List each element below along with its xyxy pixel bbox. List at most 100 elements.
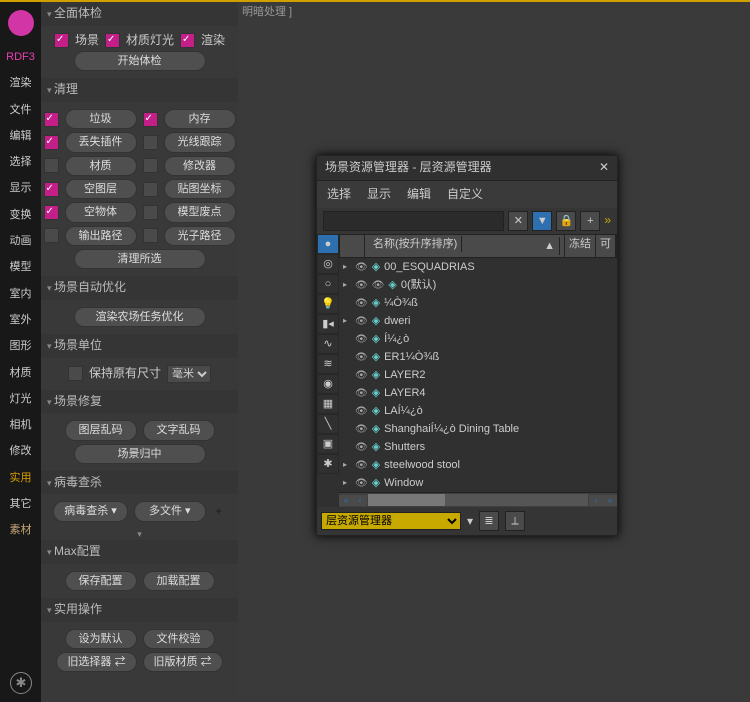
cat-5[interactable]: 变换 xyxy=(0,202,41,228)
search-input[interactable] xyxy=(323,211,504,231)
menu-edit[interactable]: 编辑 xyxy=(407,187,431,203)
cb[interactable] xyxy=(143,228,158,243)
cb[interactable] xyxy=(44,228,59,243)
clean-btn[interactable]: 光子路径 xyxy=(164,226,236,246)
layer-row[interactable]: 👁◈¼Ò¾ß xyxy=(339,294,617,312)
gear-icon[interactable]: ✱ xyxy=(10,672,32,694)
old-sel-button[interactable]: 旧选择器 ⇄ xyxy=(56,652,136,672)
layer-row[interactable]: 👁◈LAÍ¼¿ò xyxy=(339,402,617,420)
sect-virus[interactable]: 病毒查杀 xyxy=(41,471,238,495)
cat-14[interactable]: 修改 xyxy=(0,438,41,464)
avatar[interactable] xyxy=(8,10,34,36)
menu-custom[interactable]: 自定义 xyxy=(447,187,483,203)
clean-btn[interactable]: 材质 xyxy=(65,156,137,176)
type-filters[interactable]: ●◎○💡▮◂∿≋◉▦╲▣✱ xyxy=(317,234,339,507)
clean-selected-button[interactable]: 清理所选 xyxy=(74,249,206,269)
layer-row[interactable]: ▸👁👁◈0(默认) xyxy=(339,276,617,294)
scan-button[interactable]: 病毒查杀 ▾ xyxy=(53,501,128,521)
unit-select[interactable]: 毫米 xyxy=(167,365,211,383)
cat-12[interactable]: 灯光 xyxy=(0,386,41,412)
cat-7[interactable]: 模型 xyxy=(0,254,41,280)
cb[interactable] xyxy=(44,205,59,220)
clean-btn[interactable]: 内存 xyxy=(164,109,236,129)
more-icon[interactable]: » xyxy=(604,213,611,229)
dropdown-icon[interactable]: ▾ xyxy=(467,514,473,530)
cb-render[interactable] xyxy=(180,33,195,48)
cb[interactable] xyxy=(143,112,158,127)
center-scene-button[interactable]: 场景归中 xyxy=(74,444,206,464)
lock-icon[interactable]: 🔒 xyxy=(556,211,576,231)
farm-opt-button[interactable]: 渲染农场任务优化 xyxy=(74,307,206,327)
clean-btn[interactable]: 贴图坐标 xyxy=(164,179,236,199)
layer-row[interactable]: 👁◈Shutters xyxy=(339,438,617,456)
pin-icon[interactable]: ⟂ xyxy=(505,511,525,531)
cat-13[interactable]: 相机 xyxy=(0,412,41,438)
clean-btn[interactable]: 丢失插件 xyxy=(65,132,137,152)
clean-btn[interactable]: 垃圾 xyxy=(65,109,137,129)
sect-util[interactable]: 实用操作 xyxy=(41,598,238,622)
old-mtl-button[interactable]: 旧版材质 ⇄ xyxy=(143,652,223,672)
clean-btn[interactable]: 输出路径 xyxy=(65,226,137,246)
layer-row[interactable]: ▸👁◈steelwood stool xyxy=(339,456,617,474)
cb[interactable] xyxy=(143,135,158,150)
fix-text-button[interactable]: 文字乱码 xyxy=(143,420,215,440)
clear-icon[interactable]: ✕ xyxy=(508,211,528,231)
clean-btn[interactable]: 光线跟踪 xyxy=(164,132,236,152)
cb[interactable] xyxy=(143,158,158,173)
load-cfg-button[interactable]: 加载配置 xyxy=(143,571,215,591)
sect-opt[interactable]: 场景自动优化 xyxy=(41,276,238,300)
cat-9[interactable]: 室外 xyxy=(0,307,41,333)
h-scrollbar[interactable]: «‹›» xyxy=(339,492,617,507)
cb[interactable] xyxy=(143,205,158,220)
sect-repair[interactable]: 场景修复 xyxy=(41,390,238,414)
layer-row[interactable]: 👁◈ER1¼Ò¾ß xyxy=(339,348,617,366)
plus-icon[interactable]: + xyxy=(212,504,226,520)
cat-11[interactable]: 材质 xyxy=(0,360,41,386)
cat-8[interactable]: 室内 xyxy=(0,281,41,307)
menu-select[interactable]: 选择 xyxy=(327,187,351,203)
col-vis[interactable]: 可 xyxy=(596,235,616,257)
clean-btn[interactable]: 修改器 xyxy=(164,156,236,176)
col-frozen[interactable]: 冻结 xyxy=(565,235,596,257)
layer-row[interactable]: 👁◈LAYER4 xyxy=(339,384,617,402)
cat-3[interactable]: 选择 xyxy=(0,149,41,175)
cb-keep-size[interactable] xyxy=(68,366,83,381)
menu-display[interactable]: 显示 xyxy=(367,187,391,203)
cb-mtl[interactable] xyxy=(105,33,120,48)
sect-max[interactable]: Max配置 xyxy=(41,540,238,564)
add-icon[interactable]: + xyxy=(580,211,600,231)
clean-btn[interactable]: 空图层 xyxy=(65,179,137,199)
file-check-button[interactable]: 文件校验 xyxy=(143,629,215,649)
sect-clean[interactable]: 清理 xyxy=(41,78,238,102)
multi-file-button[interactable]: 多文件 ▾ xyxy=(134,501,206,521)
cb[interactable] xyxy=(44,112,59,127)
col-name[interactable]: 名称(按升序排序) ▲ xyxy=(365,235,565,257)
layer-row[interactable]: ▸👁◈dweri xyxy=(339,312,617,330)
clean-btn[interactable]: 模型废点 xyxy=(164,202,236,222)
set-default-button[interactable]: 设为默认 xyxy=(65,629,137,649)
cb[interactable] xyxy=(44,158,59,173)
cb-scene[interactable] xyxy=(54,33,69,48)
explorer-select[interactable]: 层资源管理器 xyxy=(321,512,461,530)
cat-1[interactable]: 文件 xyxy=(0,97,41,123)
layer-row[interactable]: ▸👁◈00_ESQUADRIAS xyxy=(339,258,617,276)
layer-row[interactable]: 👁◈ShanghaiÍ¼¿ò Dining Table xyxy=(339,420,617,438)
cat-16[interactable]: 其它 xyxy=(0,491,41,517)
fix-layer-button[interactable]: 图层乱码 xyxy=(65,420,137,440)
cat-2[interactable]: 编辑 xyxy=(0,123,41,149)
layers-icon[interactable]: ≣ xyxy=(479,511,499,531)
layer-row[interactable]: 👁◈LAYER2 xyxy=(339,366,617,384)
filter-icon[interactable]: ▼ xyxy=(532,211,552,231)
sect-units[interactable]: 场景单位 xyxy=(41,334,238,358)
cb[interactable] xyxy=(44,182,59,197)
cb[interactable] xyxy=(143,182,158,197)
cb[interactable] xyxy=(44,135,59,150)
cat-0[interactable]: 渲染 xyxy=(0,70,41,96)
save-cfg-button[interactable]: 保存配置 xyxy=(65,571,137,591)
layer-row[interactable]: 👁◈Í¼¿ò xyxy=(339,330,617,348)
cat-4[interactable]: 显示 xyxy=(0,175,41,201)
layer-row[interactable]: ▸👁◈Window xyxy=(339,474,617,492)
sect-checkup[interactable]: 全面体检 xyxy=(41,2,238,26)
start-checkup-button[interactable]: 开始体检 xyxy=(74,51,206,71)
cat-10[interactable]: 图形 xyxy=(0,333,41,359)
